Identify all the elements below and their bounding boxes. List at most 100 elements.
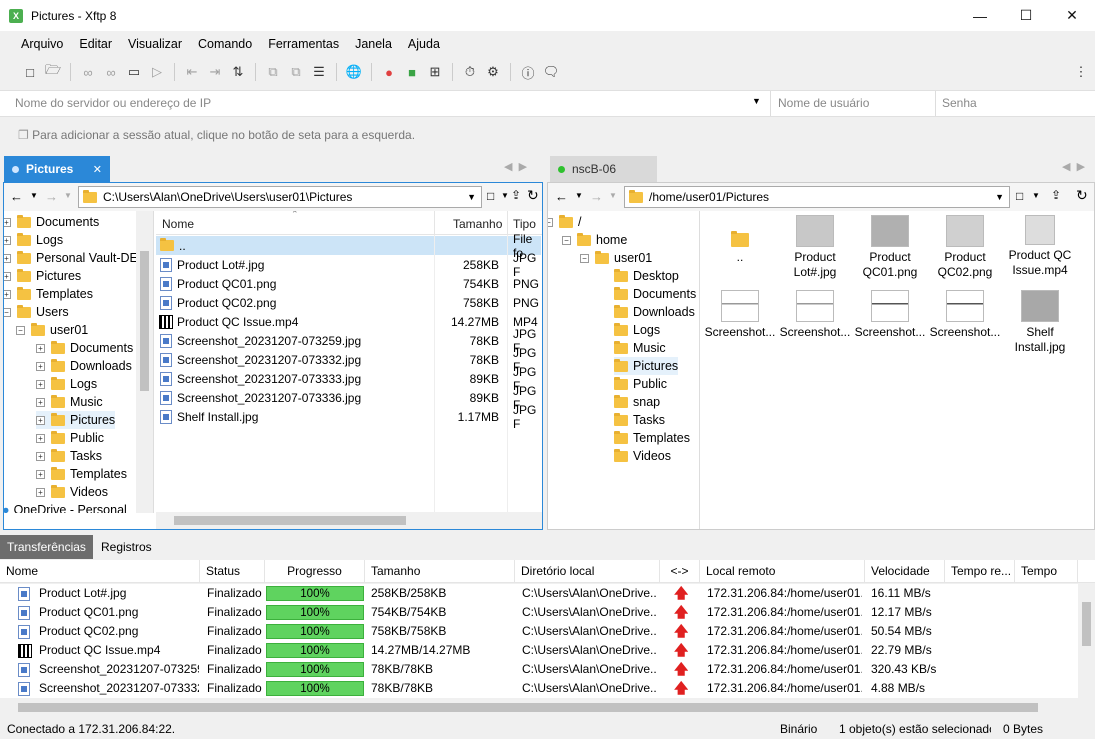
file-row[interactable]: Product QC01.png 754KB PNG — [156, 274, 541, 293]
transfer-row[interactable]: Screenshot_20231207-073332... Finalizado… — [0, 679, 1078, 698]
column-progress[interactable]: Progresso — [265, 560, 365, 583]
password-input[interactable]: Senha — [935, 91, 977, 116]
globe-icon[interactable]: 🌐 — [344, 62, 364, 82]
menu-comando[interactable]: Comando — [198, 37, 252, 51]
grid-item[interactable]: Shelf Install.jpg — [1004, 290, 1076, 355]
tab-close-icon[interactable]: ✕ — [93, 163, 102, 176]
grid-item[interactable]: Screenshot... — [704, 290, 776, 340]
grid-item[interactable]: Product QC01.png — [854, 215, 926, 280]
refresh-icon[interactable]: ↻ — [527, 187, 539, 204]
sync-right-icon[interactable]: ⇥ — [205, 62, 225, 82]
more-icon[interactable]: ⋮ — [1071, 62, 1091, 82]
tree-item[interactable]: Tasks — [614, 411, 665, 429]
transfers-hscrollbar[interactable] — [0, 699, 1095, 716]
play-icon[interactable]: ▷ — [147, 62, 167, 82]
tree-item[interactable]: + Documents — [4, 213, 99, 231]
tree-item-home[interactable]: − home — [562, 231, 627, 249]
path-dropdown-icon[interactable]: ▼ — [467, 192, 476, 202]
sync-left-icon[interactable]: ⇤ — [182, 62, 202, 82]
tree-item[interactable]: − Users — [4, 303, 69, 321]
column-name[interactable]: Nome — [162, 217, 194, 231]
column-time-elapsed[interactable]: Tempo d... — [1015, 560, 1078, 601]
transfer-mode[interactable]: Binário — [780, 722, 817, 736]
chat-icon[interactable]: 🗨 — [541, 62, 561, 82]
paste-icon[interactable]: ⧉ — [286, 62, 306, 82]
tab-local-pictures[interactable]: Pictures ✕ — [4, 156, 110, 182]
xshell-icon[interactable]: ● — [379, 62, 399, 82]
column-size[interactable]: Tamanho — [453, 217, 502, 231]
tree-item-onedrive[interactable]: ●OneDrive - Personal — [4, 501, 127, 513]
tree-item[interactable]: + Public — [36, 429, 104, 447]
menu-ajuda[interactable]: Ajuda — [408, 37, 440, 51]
tree-item[interactable]: Logs — [614, 321, 660, 339]
tree-item[interactable]: Documents — [614, 285, 696, 303]
transfer-icon[interactable]: ⇅ — [228, 62, 248, 82]
back-dropdown-icon[interactable]: ▼ — [575, 191, 583, 200]
forward-icon[interactable]: → — [45, 189, 58, 204]
tree-scrollbar[interactable] — [136, 211, 153, 513]
tree-item[interactable]: Downloads — [614, 303, 695, 321]
copy-icon[interactable]: ⧉ — [263, 62, 283, 82]
grid-item[interactable]: Screenshot... — [854, 290, 926, 340]
parent-folder-icon[interactable]: ⇪ — [1051, 188, 1061, 202]
remote-path-input[interactable]: /home/user01/Pictures ▼ — [624, 186, 1010, 208]
maximize-button[interactable]: ☐ — [1003, 0, 1049, 31]
bookmark-dropdown-icon[interactable]: ▼ — [1032, 191, 1040, 200]
grid-item[interactable]: Product Lot#.jpg — [779, 215, 851, 280]
tree-item[interactable]: + Templates — [36, 465, 127, 483]
tab-logs[interactable]: Registros — [94, 535, 159, 559]
tree-item[interactable]: Music — [614, 339, 666, 357]
grid-item[interactable]: Product QC02.png — [929, 215, 1001, 280]
xftp-icon[interactable]: ■ — [402, 62, 422, 82]
tree-item-user01[interactable]: − user01 — [16, 321, 88, 339]
back-icon[interactable]: ← — [10, 189, 23, 204]
tree-item[interactable]: + Documents — [36, 339, 133, 357]
column-local-dir[interactable]: Diretório local — [515, 560, 660, 583]
menu-ferramentas[interactable]: Ferramentas — [268, 37, 339, 51]
reconnect-icon[interactable]: ∞ — [101, 62, 121, 82]
column-direction[interactable]: <-> — [660, 560, 700, 583]
view-list-icon[interactable]: ☰ — [309, 62, 329, 82]
tree-item[interactable]: Videos — [614, 447, 671, 465]
transfer-row[interactable]: Product QC01.png Finalizado 100% 754KB/7… — [0, 603, 1078, 622]
grid-item[interactable]: Screenshot... — [929, 290, 1001, 340]
close-button[interactable]: ✕ — [1049, 0, 1095, 31]
transfers-vscrollbar[interactable] — [1078, 584, 1095, 698]
tree-item[interactable]: + Logs — [36, 375, 97, 393]
tree-item[interactable]: + Videos — [36, 483, 108, 501]
tree-item[interactable]: + Tasks — [36, 447, 102, 465]
tree-item[interactable]: snap — [614, 393, 660, 411]
menu-editar[interactable]: Editar — [79, 37, 112, 51]
file-row[interactable]: Screenshot_20231207-073336.jpg 89KB JPG F — [156, 384, 541, 412]
minimize-button[interactable]: — — [957, 0, 1003, 31]
forward-icon[interactable]: → — [590, 189, 603, 204]
new-tab-icon[interactable]: ⊞ — [425, 62, 445, 82]
tree-item[interactable]: + Templates — [4, 285, 93, 303]
tab-transfers[interactable]: Transferências — [0, 535, 93, 559]
timer-icon[interactable]: ⏱ — [460, 62, 480, 82]
column-name[interactable]: Nome — [0, 560, 200, 583]
tree-item[interactable]: + Downloads — [36, 357, 132, 375]
file-row-parent[interactable]: .. File fo — [156, 232, 541, 260]
menu-arquivo[interactable]: Arquivo — [21, 37, 63, 51]
forward-dropdown-icon[interactable]: ▼ — [609, 191, 617, 200]
file-row[interactable]: Product QC02.png 758KB PNG — [156, 293, 541, 312]
open-folder-icon[interactable]: 🗁 — [43, 62, 63, 82]
gear-icon[interactable]: ⚙ — [483, 62, 503, 82]
file-row[interactable]: Product QC Issue.mp4 14.27MB MP4 — [156, 312, 541, 331]
local-path-input[interactable]: C:\Users\Alan\OneDrive\Users\user01\Pict… — [78, 186, 482, 208]
tab-scroll-arrows-right[interactable]: ◀ ▶ — [1062, 160, 1085, 173]
parent-folder-icon[interactable]: ⇪ — [511, 188, 521, 202]
refresh-icon[interactable]: ↻ — [1076, 187, 1088, 204]
tree-item-selected[interactable]: Pictures — [614, 357, 679, 375]
file-row[interactable]: Product Lot#.jpg 258KB JPG F — [156, 251, 541, 279]
transfer-row[interactable]: Product Lot#.jpg Finalizado 100% 258KB/2… — [0, 584, 1078, 603]
tree-item[interactable]: Templates — [614, 429, 690, 447]
tab-scroll-arrows-left[interactable]: ◀ ▶ — [504, 160, 527, 173]
tree-item-user01[interactable]: − user01 — [580, 249, 652, 267]
menu-janela[interactable]: Janela — [355, 37, 392, 51]
host-dropdown-icon[interactable]: ▼ — [752, 96, 761, 106]
transfer-row[interactable]: Product QC Issue.mp4 Finalizado 100% 14.… — [0, 641, 1078, 660]
username-input[interactable]: Nome de usuário — [770, 91, 935, 116]
transfer-row[interactable]: Product QC02.png Finalizado 100% 758KB/7… — [0, 622, 1078, 641]
